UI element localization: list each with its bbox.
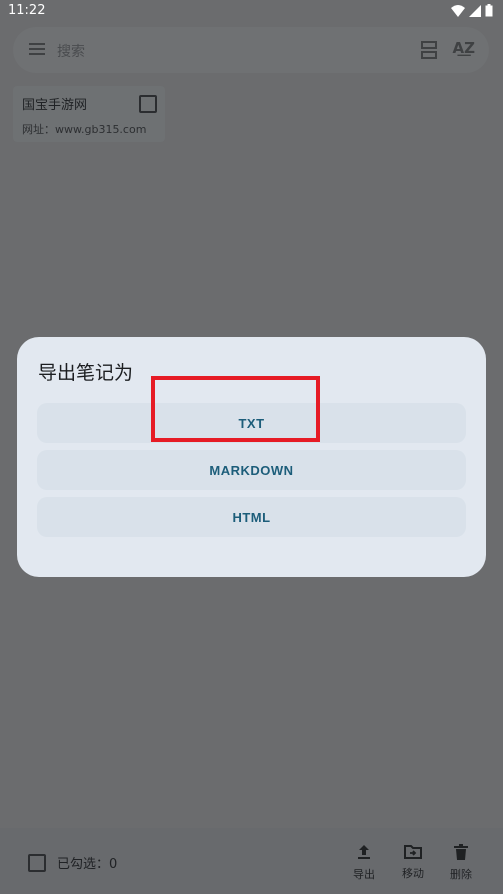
layout-toggle-icon[interactable] — [421, 41, 437, 59]
export-button[interactable]: 导出 — [344, 844, 384, 882]
select-all-checkbox[interactable] — [28, 854, 46, 872]
note-title: 国宝手游网 — [22, 98, 88, 113]
delete-button[interactable]: 删除 — [441, 844, 481, 882]
search-bar[interactable]: 搜索 A͟Z — [13, 27, 489, 73]
export-label: 导出 — [353, 868, 375, 881]
move-button[interactable]: 移动 — [393, 844, 433, 881]
status-time: 11:22 — [8, 3, 46, 18]
delete-trash-icon — [454, 844, 468, 860]
sort-az-icon[interactable]: A͟Z — [453, 39, 476, 57]
note-url: 网址：www.gb315.com — [22, 123, 147, 136]
wifi-icon — [451, 4, 465, 17]
export-markdown-button[interactable]: MARKDOWN — [37, 450, 466, 490]
export-html-button[interactable]: HTML — [37, 497, 466, 537]
signal-icon — [469, 4, 481, 17]
delete-label: 删除 — [450, 868, 472, 881]
status-icons — [451, 4, 493, 17]
move-folder-icon — [404, 845, 422, 859]
export-icon — [358, 845, 370, 859]
selected-count: 已勾选：0 — [57, 857, 118, 872]
dialog-title: 导出笔记为 — [38, 362, 134, 384]
bottom-bar: 已勾选：0 导出 移动 删除 — [0, 828, 503, 894]
move-label: 移动 — [402, 867, 424, 880]
battery-icon — [485, 4, 493, 17]
note-card[interactable]: 国宝手游网 网址：www.gb315.com — [13, 86, 165, 142]
note-checkbox[interactable] — [139, 95, 157, 113]
menu-icon[interactable] — [29, 42, 45, 56]
highlight-box — [151, 376, 320, 442]
status-bar: 11:22 — [0, 0, 503, 22]
search-input[interactable]: 搜索 — [57, 41, 85, 61]
export-dialog: 导出笔记为 TXT MARKDOWN HTML — [17, 337, 486, 577]
